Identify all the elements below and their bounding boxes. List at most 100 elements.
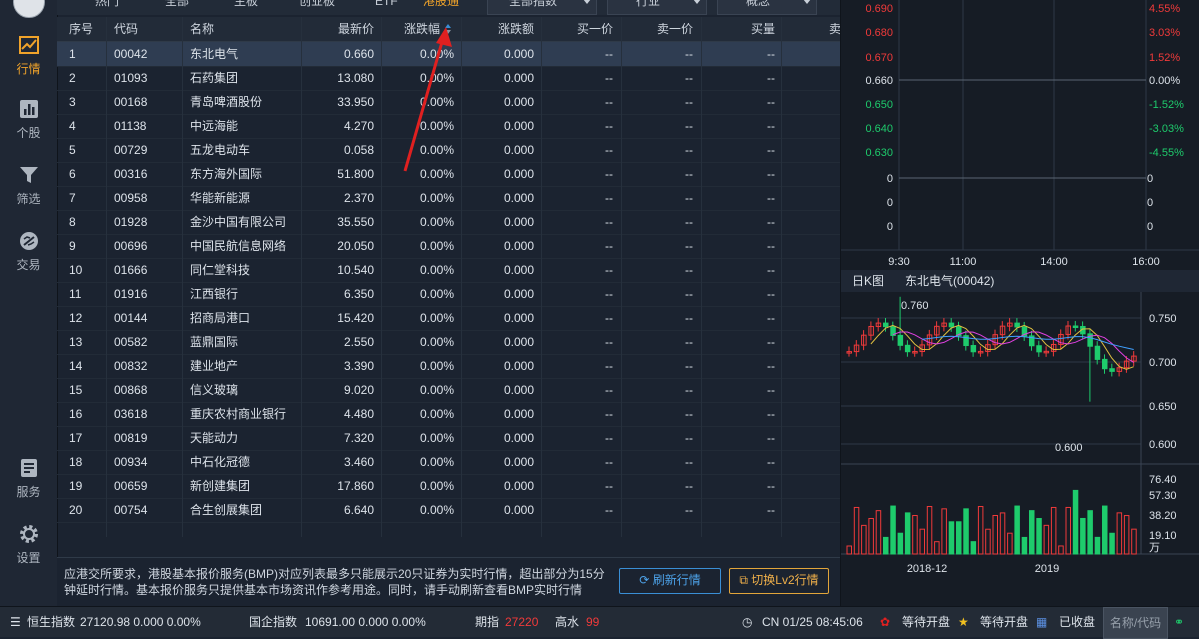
cell-code: 00832 <box>114 359 148 373</box>
kline-candle <box>883 322 889 328</box>
cell-index: 16 <box>69 407 83 421</box>
search-input[interactable]: 名称/代码 <box>1103 607 1168 639</box>
tab-all[interactable]: 全部 <box>165 0 189 9</box>
cell-bid-vol: -- <box>767 119 775 133</box>
cell-index: 17 <box>69 431 83 445</box>
link-icon[interactable]: ⚭ <box>1174 607 1184 637</box>
sidebar-item-service[interactable]: 服务 <box>0 457 57 500</box>
cell-code: 00958 <box>114 191 148 205</box>
col-header-code[interactable]: 代码 <box>114 17 138 41</box>
cell-bid-vol: -- <box>767 143 775 157</box>
index-dropdown[interactable]: 全部指数 <box>487 0 597 15</box>
col-header-bid-vol[interactable]: 买量 <box>703 17 775 41</box>
cell-code: 00729 <box>114 143 148 157</box>
tab-gem[interactable]: 创业板 <box>299 0 335 9</box>
table-row[interactable]: 17 00819 天能动力 7.320 0.00% 0.000 -- -- -- <box>57 426 840 451</box>
table-row[interactable]: 16 03618 重庆农村商业银行 4.480 0.00% 0.000 -- -- -- <box>57 402 840 427</box>
chart-line-icon <box>18 36 39 54</box>
cell-change: 0.000 <box>503 95 534 109</box>
kline-candle <box>897 334 904 346</box>
sidebar-item-settings[interactable]: 设置 <box>0 523 57 566</box>
cell-bid: -- <box>605 95 613 109</box>
intraday-time-tick: 9:30 <box>888 256 909 268</box>
cn-market-status: 等待开盘 <box>980 615 1029 629</box>
cell-change-pct: 0.00% <box>419 455 454 469</box>
cell-code: 01928 <box>114 215 148 229</box>
tab-hot[interactable]: 热门 <box>95 0 119 9</box>
kline-volume-bar <box>1036 518 1042 555</box>
cell-change-pct: 0.00% <box>419 239 454 253</box>
sidebar-item-screener[interactable]: 筛选 <box>0 164 57 207</box>
cell-bid: -- <box>605 383 613 397</box>
intraday-chart[interactable]: 0.690 0.680 0.670 0.660 0.650 0.640 0.630 4.55%… <box>841 0 1199 270</box>
cell-last-price: 20.050 <box>337 239 374 253</box>
cell-index: 1 <box>69 47 76 61</box>
cell-bid: -- <box>605 455 613 469</box>
table-row[interactable]: 19 00659 新创建集团 17.860 0.00% 0.000 -- -- -- <box>57 474 840 499</box>
menu-icon[interactable]: ☰ <box>10 607 21 637</box>
market-tabs: 热门 全部 主板 创业板 ETF 港股通 全部指数 行业 概念 <box>57 0 840 15</box>
cell-last-price: 51.800 <box>337 167 374 181</box>
cell-last-price: 15.420 <box>337 311 374 325</box>
kline-candle <box>970 345 977 353</box>
kline-candle <box>948 322 955 328</box>
cell-change: 0.000 <box>503 119 534 133</box>
kline-volume-bar <box>1014 505 1020 555</box>
cell-code: 01916 <box>114 287 148 301</box>
kline-date-tick: 2018-12 <box>907 563 947 575</box>
table-row[interactable]: 8 01928 金沙中国有限公司 35.550 0.00% 0.000 -- -- -- <box>57 210 840 235</box>
concept-dropdown[interactable]: 概念 <box>717 0 817 15</box>
kline-chart[interactable]: 0.750 0.700 0.650 0.600 0.760 0.600 76.40 57.30… <box>841 292 1199 582</box>
tab-etf[interactable]: ETF <box>375 0 398 9</box>
table-row[interactable]: 18 00934 中石化冠德 3.460 0.00% 0.000 -- -- -- <box>57 450 840 475</box>
table-row[interactable]: 7 00958 华能新能源 2.370 0.00% 0.000 -- -- -- <box>57 186 840 211</box>
tab-main-board[interactable]: 主板 <box>234 0 258 9</box>
col-header-bid[interactable]: 买一价 <box>543 17 613 41</box>
kline-price-tick: 0.700 <box>1149 357 1177 369</box>
cell-change: 0.000 <box>503 479 534 493</box>
switch-icon: ⧉ <box>739 573 748 587</box>
table-row[interactable]: 9 00696 中国民航信息网络 20.050 0.00% 0.000 -- -- -- <box>57 234 840 259</box>
table-row[interactable]: 13 00582 蓝鼎国际 2.550 0.00% 0.000 -- -- -- <box>57 330 840 355</box>
col-header-name[interactable]: 名称 <box>190 17 214 41</box>
cell-last-price: 33.950 <box>337 95 374 109</box>
hscei-value: 10691.00 0.000 0.00% <box>305 615 426 629</box>
intraday-pct-tick: 1.52% <box>1149 52 1180 64</box>
cell-name: 青岛啤酒股份 <box>190 95 263 109</box>
table-row[interactable]: 14 00832 建业地产 3.390 0.00% 0.000 -- -- -- <box>57 354 840 379</box>
refresh-quotes-button[interactable]: ⟳ 刷新行情 <box>619 568 721 594</box>
col-header-change[interactable]: 涨跌额 <box>462 17 534 41</box>
kline-period-label[interactable]: 日K图 <box>852 270 884 292</box>
cell-change: 0.000 <box>503 431 534 445</box>
sidebar-item-quotes[interactable]: 行情 <box>0 34 57 77</box>
cell-name: 重庆农村商业银行 <box>190 407 287 421</box>
switch-lv2-button[interactable]: ⧉ 切换Lv2行情 <box>729 568 829 594</box>
hsi-name[interactable]: 恒生指数 <box>27 607 75 637</box>
table-row[interactable]: 11 01916 江西银行 6.350 0.00% 0.000 -- -- -- <box>57 282 840 307</box>
cell-name: 中国民航信息网络 <box>190 239 287 253</box>
col-header-ask-vol[interactable]: 卖 <box>829 17 840 41</box>
kline-volume-tick: 57.30 <box>1149 490 1177 502</box>
switch-lv2-label: 切换Lv2行情 <box>751 573 819 587</box>
avatar[interactable] <box>13 0 45 18</box>
sidebar-item-stock[interactable]: 个股 <box>0 98 57 141</box>
table-row[interactable]: 20 00754 合生创展集团 6.640 0.00% 0.000 -- -- -- <box>57 498 840 523</box>
cell-bid: -- <box>605 503 613 517</box>
tab-hk-connect[interactable]: 港股通 <box>423 0 459 9</box>
hscei-name[interactable]: 国企指数 <box>249 607 297 637</box>
cell-index: 15 <box>69 383 83 397</box>
table-row[interactable]: 12 00144 招商局港口 15.420 0.00% 0.000 -- -- -- <box>57 306 840 331</box>
cell-bid: -- <box>605 143 613 157</box>
table-row[interactable]: 15 00868 信义玻璃 9.020 0.00% 0.000 -- -- -- <box>57 378 840 403</box>
kline-candle <box>1109 368 1115 372</box>
table-row[interactable]: 10 01666 同仁堂科技 10.540 0.00% 0.000 -- -- -- <box>57 258 840 283</box>
col-header-ask[interactable]: 卖一价 <box>623 17 693 41</box>
col-header-last-price[interactable]: 最新价 <box>300 17 374 41</box>
col-header-index[interactable]: 序号 <box>69 17 93 41</box>
cell-name: 石药集团 <box>190 71 239 85</box>
kline-volume-unit: 万 <box>1149 542 1160 554</box>
sidebar-item-trade[interactable]: 交易 <box>0 230 57 273</box>
industry-dropdown[interactable]: 行业 <box>607 0 707 15</box>
cell-last-price: 35.550 <box>337 215 374 229</box>
cell-ask: -- <box>685 479 693 493</box>
